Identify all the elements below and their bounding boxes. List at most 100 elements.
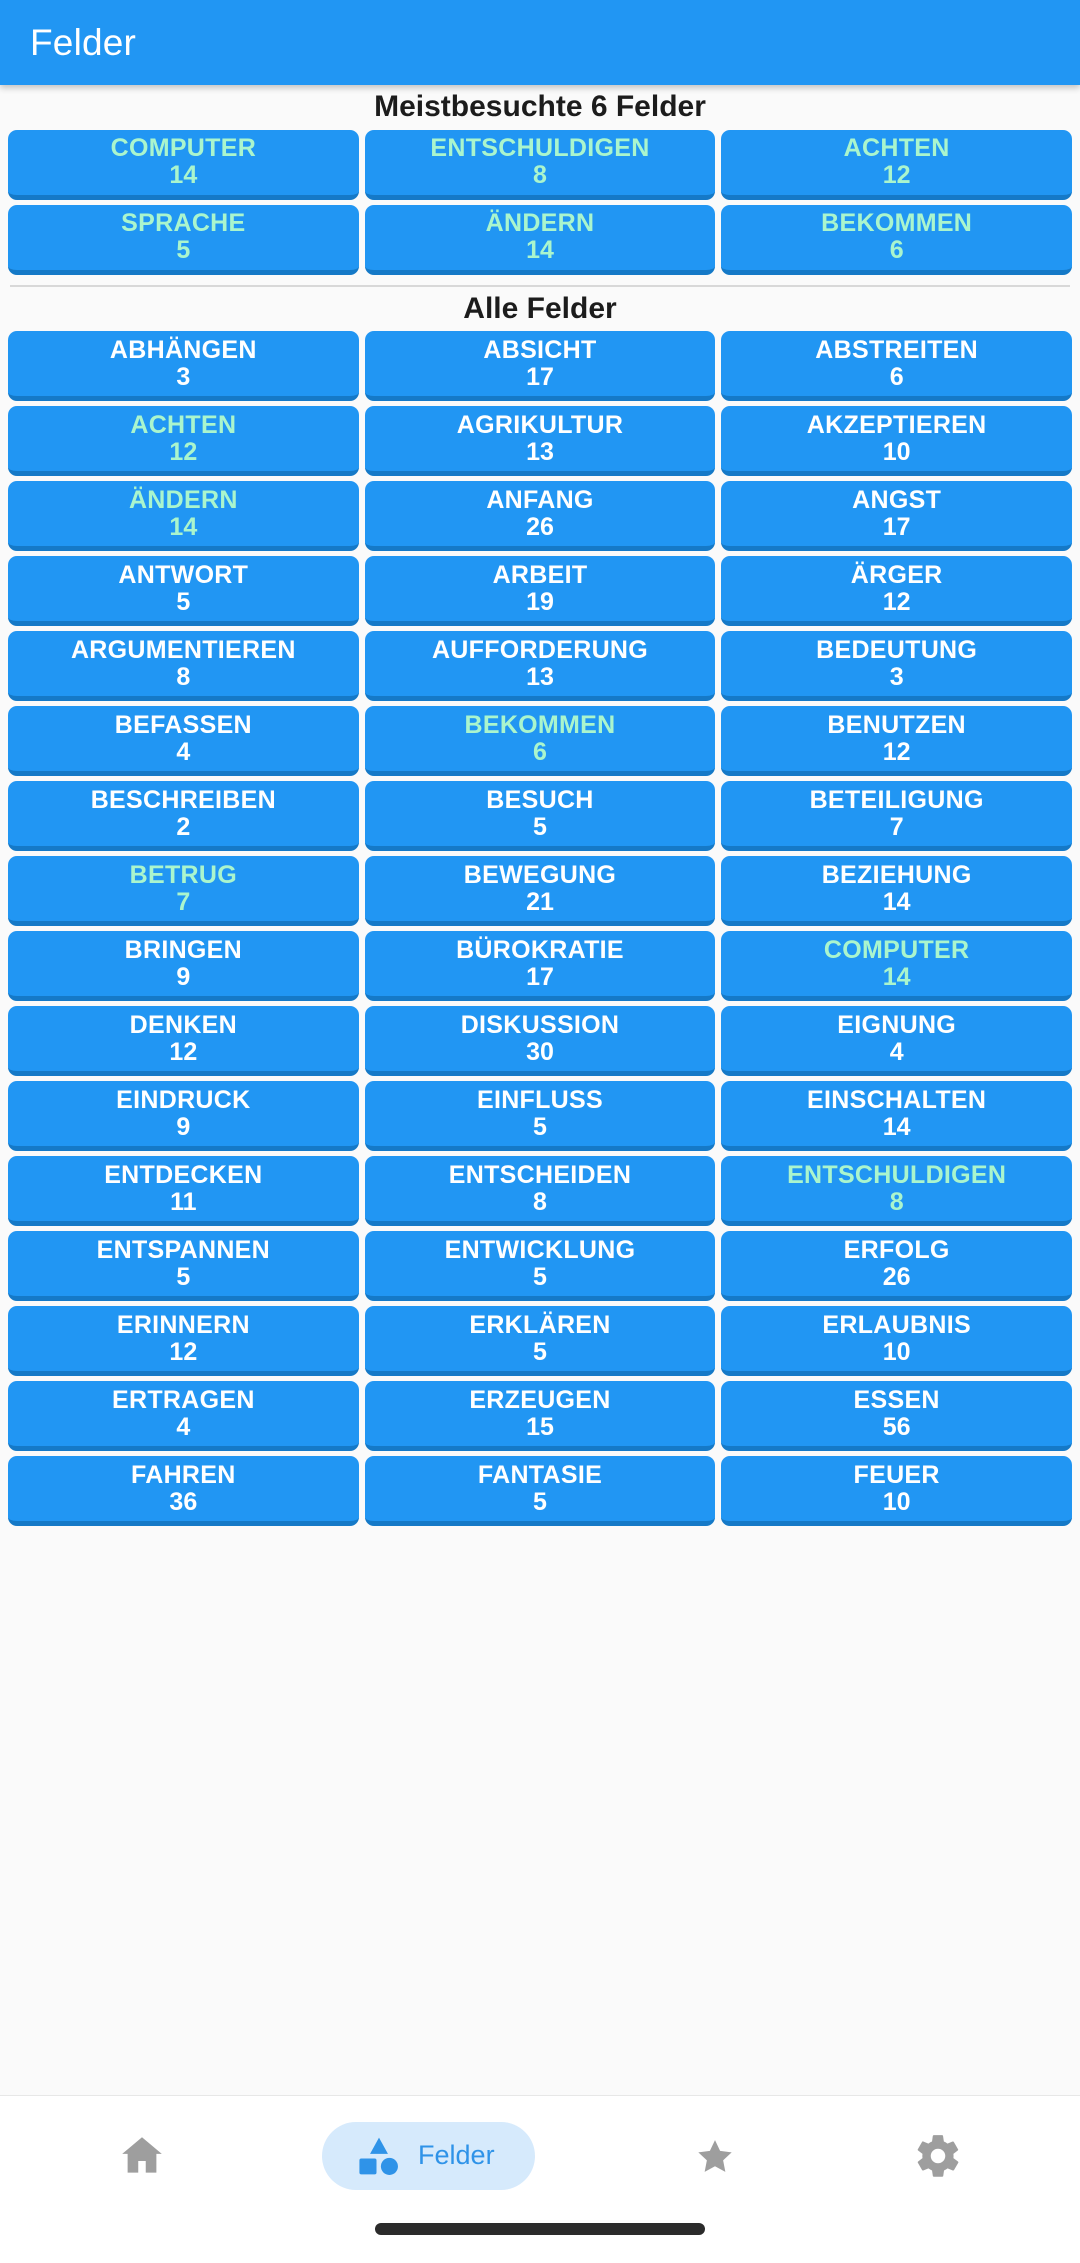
field-tile[interactable]: BRINGEN 9 — [8, 931, 359, 1001]
field-tile[interactable]: ERFOLG 26 — [721, 1231, 1072, 1301]
field-tile[interactable]: ENTSCHEIDEN 8 — [364, 1156, 716, 1226]
field-tile[interactable]: ABHÄNGEN 3 — [8, 331, 359, 401]
field-tile-count: 5 — [176, 236, 191, 264]
field-tile-count: 8 — [533, 1187, 547, 1216]
field-tile-count: 15 — [526, 1412, 554, 1441]
field-tile[interactable]: BESUCH 5 — [364, 781, 716, 851]
field-tile[interactable]: FEUER 10 — [721, 1456, 1072, 1526]
field-tile-count: 4 — [176, 1412, 191, 1441]
field-tile[interactable]: BENUTZEN 12 — [721, 706, 1072, 776]
field-tile-label: ABSTREITEN — [815, 335, 979, 364]
shapes-icon — [354, 2131, 404, 2181]
field-tile[interactable]: DENKEN 12 — [8, 1006, 359, 1076]
field-tile[interactable]: EINDRUCK 9 — [8, 1081, 359, 1151]
field-tile[interactable]: BÜROKRATIE 17 — [364, 931, 716, 1001]
field-tile-label: DENKEN — [129, 1010, 238, 1039]
field-tile[interactable]: ENTSCHULDIGEN 8 — [364, 129, 716, 200]
field-tile[interactable]: BESCHREIBEN 2 — [8, 781, 359, 851]
nav-item-settings[interactable] — [895, 2122, 981, 2190]
nav-item-home[interactable] — [99, 2122, 185, 2190]
field-tile[interactable]: COMPUTER 14 — [721, 931, 1072, 1001]
field-tile-count: 10 — [882, 437, 911, 466]
field-tile[interactable]: AGRIKULTUR 13 — [364, 406, 716, 476]
field-tile[interactable]: ERINNERN 12 — [8, 1306, 359, 1376]
field-tile[interactable]: ENTWICKLUNG 5 — [364, 1231, 716, 1301]
field-tile-label: BEZIEHUNG — [821, 860, 972, 889]
field-tile[interactable]: ANFANG 26 — [364, 481, 716, 551]
field-tile[interactable]: ERLAUBNIS 10 — [721, 1306, 1072, 1376]
field-tile[interactable]: FAHREN 36 — [8, 1456, 359, 1526]
nav-item-felder[interactable]: Felder — [322, 2121, 535, 2190]
field-tile-label: ACHTEN — [843, 134, 950, 162]
home-icon — [117, 2131, 167, 2181]
field-tile[interactable]: FANTASIE 5 — [364, 1456, 716, 1526]
field-tile[interactable]: EIGNUNG 4 — [721, 1006, 1072, 1076]
field-tile[interactable]: BEFASSEN 4 — [8, 706, 359, 776]
field-tile-count: 7 — [176, 887, 191, 916]
field-tile-label: ÄRGER — [850, 560, 943, 589]
field-tile[interactable]: BEZIEHUNG 14 — [721, 856, 1072, 926]
field-tile[interactable]: BEDEUTUNG 3 — [721, 631, 1072, 701]
nav-item-favorites[interactable] — [672, 2122, 758, 2190]
field-tile-count: 21 — [526, 887, 554, 916]
field-tile-count: 10 — [882, 1487, 911, 1516]
field-tile-label: ABHÄNGEN — [109, 335, 257, 364]
field-tile-label: EINFLUSS — [476, 1085, 603, 1114]
field-tile[interactable]: ACHTEN 12 — [8, 406, 359, 476]
field-tile[interactable]: BEKOMMEN 6 — [364, 706, 716, 776]
field-tile[interactable]: AUFFORDERUNG 13 — [364, 631, 716, 701]
field-tile-label: BÜROKRATIE — [456, 935, 624, 964]
field-tile[interactable]: COMPUTER 14 — [8, 129, 359, 200]
field-tile-label: ERZEUGEN — [469, 1385, 611, 1414]
field-tile[interactable]: EINSCHALTEN 14 — [721, 1081, 1072, 1151]
gesture-pill[interactable] — [375, 2223, 705, 2235]
most-visited-grid: COMPUTER 14 ENTSCHULDIGEN 8 ACHTEN 12 SPRACHE 5… — [0, 129, 1080, 279]
field-tile[interactable]: BETEILIGUNG 7 — [721, 781, 1072, 851]
field-tile-label: EINDRUCK — [116, 1085, 251, 1114]
field-tile[interactable]: BETRUG 7 — [8, 856, 359, 926]
field-tile-count: 8 — [533, 161, 547, 189]
field-tile[interactable]: EINFLUSS 5 — [364, 1081, 716, 1151]
field-tile-label: ESSEN — [853, 1385, 940, 1414]
field-tile-count: 13 — [526, 662, 554, 691]
scrollable-content[interactable]: Meistbesuchte 6 Felder COMPUTER 14 ENTSCHU… — [0, 85, 1080, 2095]
field-tile[interactable]: SPRACHE 5 — [8, 204, 359, 275]
field-tile-count: 4 — [176, 737, 191, 766]
field-tile[interactable]: ENTSPANNEN 5 — [8, 1231, 359, 1301]
field-tile-label: ERFOLG — [843, 1235, 950, 1264]
field-tile[interactable]: ANTWORT 5 — [8, 556, 359, 626]
field-tile[interactable]: ANGST 17 — [721, 481, 1072, 551]
field-tile[interactable]: ABSICHT 17 — [364, 331, 716, 401]
field-tile[interactable]: ESSEN 56 — [721, 1381, 1072, 1451]
field-tile[interactable]: ERZEUGEN 15 — [364, 1381, 716, 1451]
field-tile-label: FEUER — [853, 1460, 940, 1489]
field-tile-count: 17 — [526, 962, 554, 991]
field-tile-count: 9 — [176, 962, 191, 991]
field-tile[interactable]: ARBEIT 19 — [364, 556, 716, 626]
field-tile-count: 5 — [176, 1262, 191, 1291]
field-tile-count: 6 — [533, 737, 547, 766]
field-tile[interactable]: BEKOMMEN 6 — [721, 204, 1072, 275]
field-tile[interactable]: ABSTREITEN 6 — [721, 331, 1072, 401]
field-tile-label: ANGST — [852, 485, 942, 514]
field-tile[interactable]: ÄRGER 12 — [721, 556, 1072, 626]
field-tile[interactable]: AKZEPTIEREN 10 — [721, 406, 1072, 476]
field-tile-count: 26 — [526, 512, 554, 541]
field-tile-label: ENTSPANNEN — [96, 1235, 271, 1264]
field-tile[interactable]: DISKUSSION 30 — [364, 1006, 716, 1076]
field-tile-count: 14 — [882, 1112, 911, 1141]
field-tile[interactable]: ENTDECKEN 11 — [8, 1156, 359, 1226]
field-tile[interactable]: ACHTEN 12 — [721, 129, 1072, 200]
field-tile-count: 14 — [169, 161, 198, 189]
field-tile[interactable]: ARGUMENTIEREN 8 — [8, 631, 359, 701]
field-tile[interactable]: ENTSCHULDIGEN 8 — [721, 1156, 1072, 1226]
field-tile[interactable]: ÄNDERN 14 — [8, 481, 359, 551]
field-tile-label: FAHREN — [131, 1460, 236, 1489]
field-tile[interactable]: ERKLÄREN 5 — [364, 1306, 716, 1376]
field-tile-label: BEDEUTUNG — [816, 635, 978, 664]
field-tile[interactable]: ERTRAGEN 4 — [8, 1381, 359, 1451]
field-tile-label: ANFANG — [486, 485, 594, 514]
field-tile-label: BEWEGUNG — [463, 860, 617, 889]
field-tile[interactable]: BEWEGUNG 21 — [364, 856, 716, 926]
field-tile[interactable]: ÄNDERN 14 — [364, 204, 716, 275]
